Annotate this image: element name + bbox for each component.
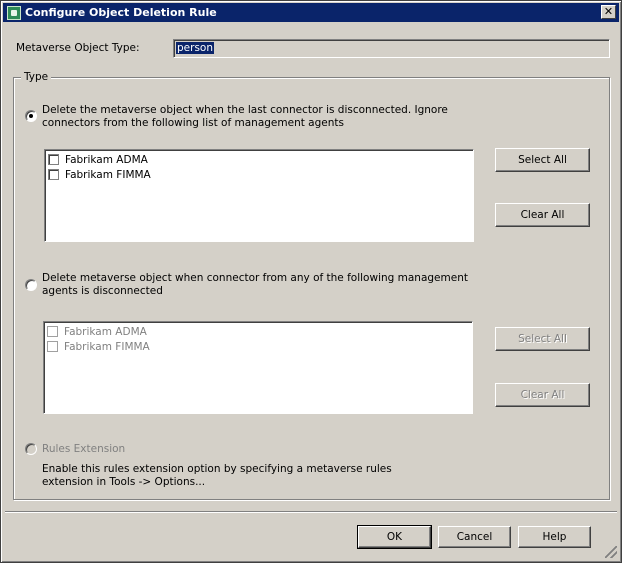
rules-extension-help: Enable this rules extension option by sp…: [42, 463, 392, 488]
select-all-label: Select All: [518, 333, 567, 345]
agent-label: Fabrikam ADMA: [64, 325, 147, 338]
agent-label: Fabrikam FIMMA: [64, 340, 150, 353]
list-item: Fabrikam ADMA: [47, 324, 469, 339]
list-item[interactable]: Fabrikam FIMMA: [48, 167, 470, 182]
ok-label: OK: [386, 531, 403, 543]
title-bar[interactable]: Configure Object Deletion Rule ✕: [3, 3, 619, 22]
agents-listbox-1[interactable]: Fabrikam ADMA Fabrikam FIMMA: [44, 149, 474, 242]
clear-all-label: Clear All: [520, 209, 565, 221]
select-all-button-1[interactable]: Select All: [495, 148, 590, 172]
window-title: Configure Object Deletion Rule: [25, 6, 217, 19]
agent-label: Fabrikam ADMA: [65, 153, 148, 166]
ok-button[interactable]: OK: [357, 525, 432, 549]
clear-all-label: Clear All: [520, 389, 565, 401]
select-all-label: Select All: [518, 154, 567, 166]
option1-description: Delete the metaverse object when the las…: [42, 104, 448, 129]
rules-extension-label: Rules Extension: [42, 443, 126, 455]
cancel-button[interactable]: Cancel: [438, 526, 511, 548]
agent-label: Fabrikam FIMMA: [65, 168, 151, 181]
help-label: Help: [542, 531, 567, 543]
radio-rules-extension: [25, 443, 37, 455]
dialog-window: Configure Object Deletion Rule ✕ Metaver…: [0, 0, 622, 563]
list-item: Fabrikam FIMMA: [47, 339, 469, 354]
close-button[interactable]: ✕: [601, 5, 616, 19]
footer-divider: [5, 511, 617, 513]
agent-checkbox[interactable]: [48, 154, 59, 165]
resize-grip-icon[interactable]: [605, 546, 617, 558]
app-icon: [7, 5, 21, 20]
metaverse-type-value: person: [176, 42, 214, 54]
type-group-legend: Type: [21, 71, 52, 83]
list-item[interactable]: Fabrikam ADMA: [48, 152, 470, 167]
option2-description: Delete metaverse object when connector f…: [42, 272, 468, 297]
metaverse-type-field[interactable]: person: [173, 39, 610, 58]
agent-checkbox: [47, 341, 58, 352]
cancel-label: Cancel: [456, 531, 493, 543]
agent-checkbox: [47, 326, 58, 337]
radio-last-connector[interactable]: [25, 110, 37, 122]
close-icon: ✕: [603, 5, 614, 18]
select-all-button-2: Select All: [495, 327, 590, 351]
agent-checkbox[interactable]: [48, 169, 59, 180]
help-button[interactable]: Help: [518, 526, 591, 548]
agents-listbox-2[interactable]: Fabrikam ADMA Fabrikam FIMMA: [43, 321, 473, 414]
clear-all-button-1[interactable]: Clear All: [495, 203, 590, 227]
metaverse-type-label: Metaverse Object Type:: [16, 42, 140, 54]
clear-all-button-2: Clear All: [495, 383, 590, 407]
radio-any-connector[interactable]: [25, 279, 37, 291]
